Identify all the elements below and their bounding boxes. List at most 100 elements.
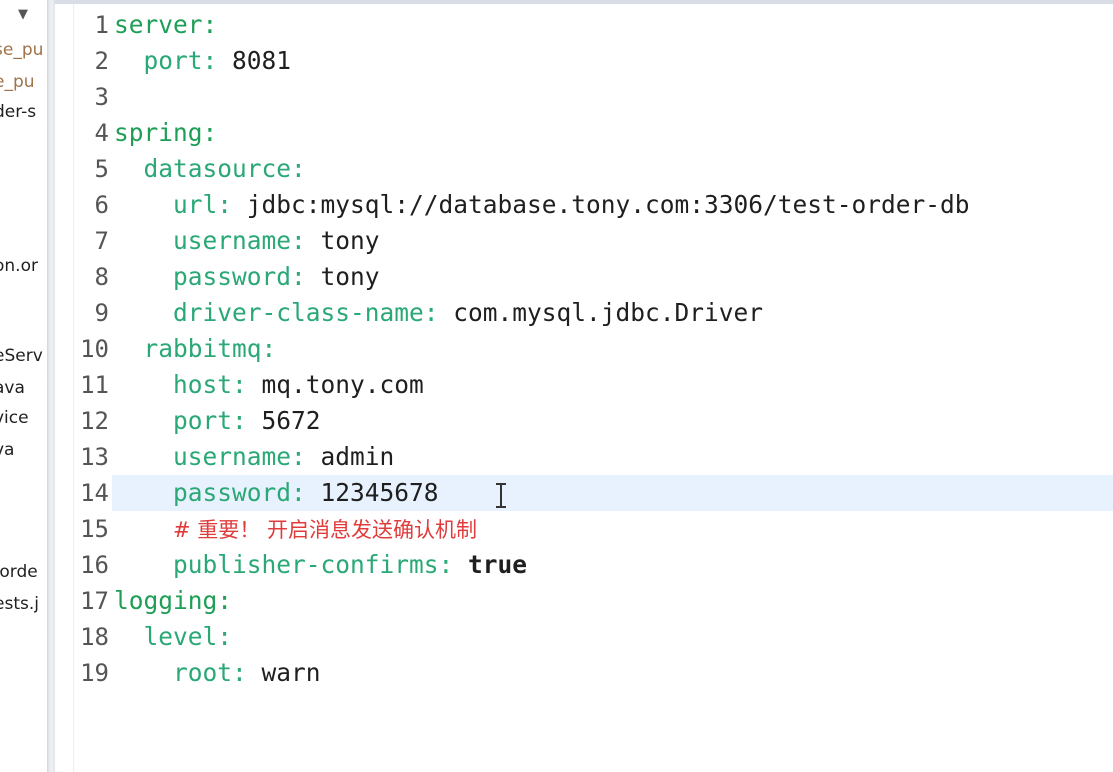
yaml-key: username:: [173, 442, 306, 471]
code-editor[interactable]: 1 server: 2 port: 8081 3 4 spring: 5 datasourc…: [55, 0, 1113, 772]
code-line[interactable]: 11 host: mq.tony.com: [55, 367, 1113, 403]
tree-item[interactable]: va: [0, 438, 47, 462]
code-line[interactable]: 9 driver-class-name: com.mysql.jdbc.Driv…: [55, 295, 1113, 331]
tree-item-label: eServ: [0, 346, 43, 366]
code-line[interactable]: 12 port: 5672: [55, 403, 1113, 439]
line-number: 16: [80, 551, 109, 579]
line-number: 12: [80, 407, 109, 435]
code-text: password: tony: [114, 259, 380, 295]
code-text: logging:: [114, 583, 232, 619]
tree-item-label: va: [0, 440, 15, 460]
tree-item[interactable]: se_pu: [0, 38, 47, 62]
tree-item-label: on.or: [0, 256, 38, 276]
yaml-value: 8081: [217, 46, 292, 75]
code-text: password: 12345678: [114, 475, 439, 511]
tree-item-label: se_pu: [0, 40, 44, 60]
tree-item[interactable]: ava: [0, 376, 47, 400]
line-number: 5: [94, 155, 109, 183]
line-number: 7: [94, 227, 109, 255]
yaml-value: warn: [246, 658, 321, 687]
line-number: 14: [80, 479, 109, 507]
ide-window: ▼ se_pu e_pu der-s on.or eServ ava vice va .orde…: [0, 0, 1113, 772]
yaml-key: username:: [173, 226, 306, 255]
yaml-key: datasource:: [143, 154, 306, 183]
code-line[interactable]: 2 port: 8081: [55, 43, 1113, 79]
yaml-key: password:: [173, 262, 306, 291]
editor-top-border: [55, 0, 1113, 4]
line-number: 2: [94, 47, 109, 75]
code-line[interactable]: 16 publisher-confirms: true: [55, 547, 1113, 583]
triangle-down-icon[interactable]: ▼: [18, 8, 28, 22]
code-text: port: 8081: [114, 43, 292, 79]
yaml-value: admin: [305, 442, 395, 471]
yaml-key: port:: [143, 46, 218, 75]
code-line[interactable]: 13 username: admin: [55, 439, 1113, 475]
tree-item-label: .orde: [0, 562, 38, 582]
code-line[interactable]: 1 server:: [55, 7, 1113, 43]
line-number: 18: [80, 623, 109, 651]
code-text: root: warn: [114, 655, 321, 691]
line-number: 17: [80, 587, 109, 615]
yaml-key: password:: [173, 478, 306, 507]
code-text: # 重要！ 开启消息发送确认机制: [114, 511, 477, 547]
yaml-key: port:: [173, 406, 247, 435]
line-number: 1: [94, 11, 109, 39]
tree-item-label: der-s: [0, 102, 37, 122]
yaml-key: driver-class-name:: [173, 298, 439, 327]
tree-item[interactable]: ests.j: [0, 592, 47, 616]
code-line[interactable]: 3: [55, 79, 1113, 115]
line-number: 8: [94, 263, 109, 291]
yaml-value: true: [453, 550, 528, 579]
tree-item-label: e_pu: [0, 72, 35, 92]
yaml-key: host:: [173, 370, 247, 399]
yaml-value: tony: [305, 226, 380, 255]
code-line[interactable]: 4 spring:: [55, 115, 1113, 151]
line-number: 15: [80, 515, 109, 543]
line-number: 13: [80, 443, 109, 471]
code-text: username: admin: [114, 439, 394, 475]
code-line[interactable]: 18 level:: [55, 619, 1113, 655]
tree-item[interactable]: eServ: [0, 344, 47, 368]
tree-item[interactable]: e_pu: [0, 70, 47, 94]
line-number: 11: [80, 371, 109, 399]
tree-item[interactable]: on.or: [0, 254, 47, 278]
code-line[interactable]: 7 username: tony: [55, 223, 1113, 259]
line-number: 19: [80, 659, 109, 687]
code-line[interactable]: 5 datasource:: [55, 151, 1113, 187]
yaml-key: publisher-confirms:: [173, 550, 454, 579]
code-line[interactable]: 15 # 重要！ 开启消息发送确认机制: [55, 511, 1113, 547]
code-text: level:: [114, 619, 233, 655]
tree-item[interactable]: .orde: [0, 560, 47, 584]
yaml-key: spring:: [114, 118, 218, 147]
yaml-key: level:: [143, 622, 233, 651]
pane-splitter[interactable]: [47, 0, 55, 772]
code-line[interactable]: 6 url: jdbc:mysql://database.tony.com:33…: [55, 187, 1113, 223]
code-text: publisher-confirms: true: [114, 547, 527, 583]
project-explorer[interactable]: ▼ se_pu e_pu der-s on.or eServ ava vice va .orde…: [0, 0, 47, 772]
yaml-value: mq.tony.com: [246, 370, 424, 399]
code-line[interactable]: 17 logging:: [55, 583, 1113, 619]
code-line[interactable]: 19 root: warn: [55, 655, 1113, 691]
tree-item[interactable]: vice: [0, 406, 47, 430]
line-number: 3: [94, 83, 109, 111]
yaml-value: tony: [305, 262, 380, 291]
line-number: 10: [80, 335, 109, 363]
yaml-value: 5672: [246, 406, 321, 435]
code-text: datasource:: [114, 151, 306, 187]
code-line[interactable]: 8 password: tony: [55, 259, 1113, 295]
tree-item[interactable]: der-s: [0, 100, 47, 124]
yaml-key: rabbitmq:: [143, 334, 277, 363]
code-line[interactable]: 14 password: 12345678: [55, 475, 1113, 511]
line-number: 4: [94, 119, 109, 147]
yaml-value: 12345678: [305, 478, 439, 507]
code-line[interactable]: 10 rabbitmq:: [55, 331, 1113, 367]
